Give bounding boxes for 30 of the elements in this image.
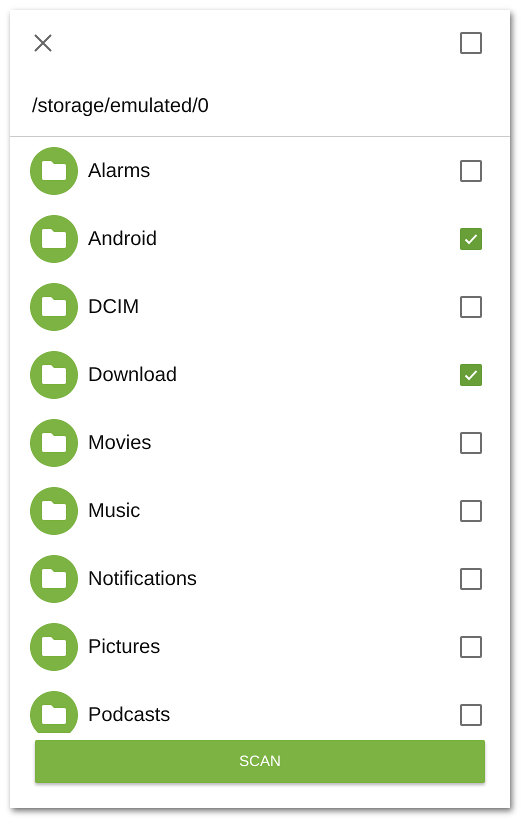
folder-name[interactable]: DCIM (88, 296, 460, 318)
checkbox[interactable] (460, 364, 482, 386)
checkbox[interactable] (460, 296, 482, 318)
folder-name[interactable]: Alarms (88, 160, 460, 182)
folder-name[interactable]: Music (88, 500, 460, 522)
folder-name[interactable]: Notifications (88, 568, 460, 590)
folder-icon (30, 691, 78, 733)
folder-name[interactable]: Movies (88, 432, 460, 454)
close-icon[interactable] (34, 34, 52, 52)
checkbox[interactable] (460, 568, 482, 590)
folder-name[interactable]: Download (88, 364, 460, 386)
checkbox[interactable] (460, 432, 482, 454)
folder-name[interactable]: Pictures (88, 636, 460, 658)
folder-icon (30, 419, 78, 467)
checkbox[interactable] (460, 500, 482, 522)
checkbox[interactable] (460, 228, 482, 250)
folder-name[interactable]: Podcasts (88, 704, 460, 726)
folder-icon (30, 555, 78, 603)
folder-icon (30, 147, 78, 195)
checkbox[interactable] (460, 704, 482, 726)
checkbox[interactable] (460, 32, 482, 54)
folder-icon (30, 283, 78, 331)
checkbox[interactable] (460, 636, 482, 658)
folder-icon (30, 623, 78, 671)
folder-icon (30, 487, 78, 535)
checkbox[interactable] (460, 160, 482, 182)
folder-icon (30, 215, 78, 263)
folder-icon (30, 351, 78, 399)
folder-name[interactable]: Android (88, 228, 460, 250)
folder-path: /storage/emulated/0 (32, 94, 209, 118)
